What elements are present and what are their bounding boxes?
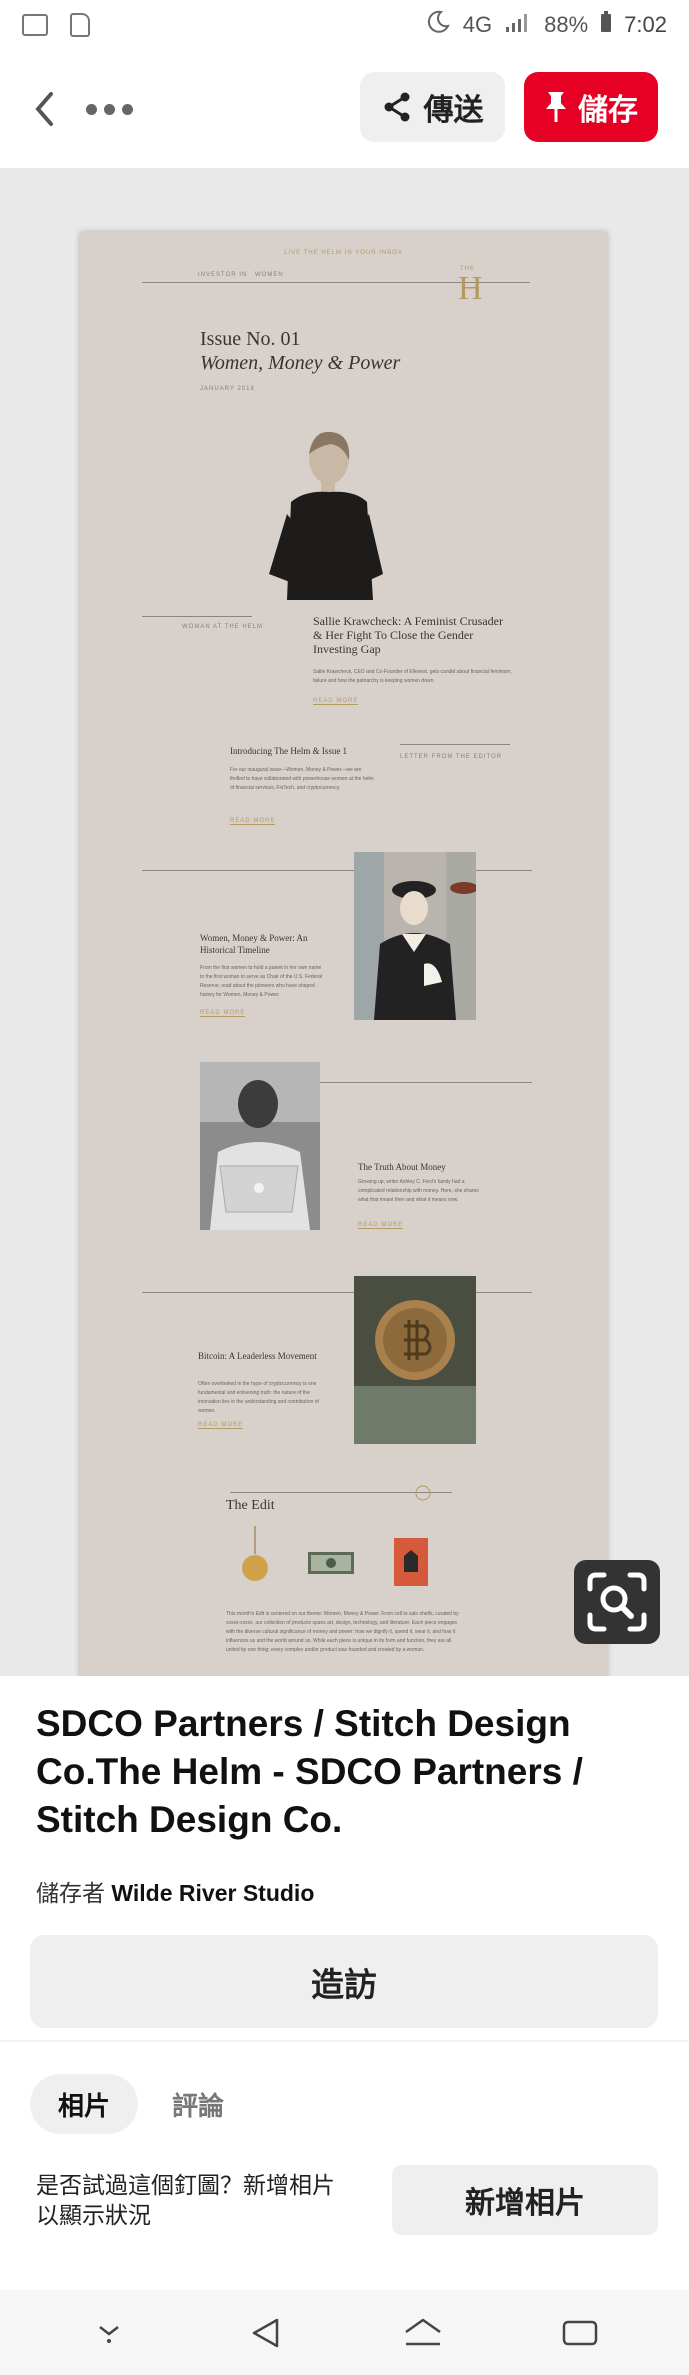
pin-icon bbox=[546, 92, 566, 122]
edit-body: This month's Edit is centered on our the… bbox=[226, 1611, 459, 1653]
issue-title: Issue No. 01 bbox=[200, 328, 301, 350]
feature-label: WOMAN AT THE HELM bbox=[182, 624, 264, 630]
nav-recents-icon bbox=[563, 2320, 598, 2345]
edit-circle-mark bbox=[415, 1485, 431, 1501]
alarm-icon bbox=[425, 9, 451, 41]
battery-icon bbox=[600, 11, 612, 39]
save-label: 儲存 bbox=[578, 94, 638, 127]
nav-home-icon bbox=[405, 2318, 441, 2345]
timeline-illustration bbox=[354, 852, 476, 1020]
feature-body: Sallie Krawcheck, CEO and Co-Founder of … bbox=[313, 669, 512, 684]
preview-nav-left: INVESTOR IN bbox=[198, 272, 248, 278]
bitcoin-read-more[interactable]: READ MORE bbox=[198, 1422, 244, 1429]
visit-button[interactable]: 造訪 bbox=[30, 1935, 658, 2028]
banknote-image bbox=[308, 1552, 354, 1574]
section-divider bbox=[0, 2040, 689, 2042]
visual-search-button[interactable] bbox=[574, 1560, 660, 1644]
more-icon bbox=[86, 103, 97, 115]
money-read-more[interactable]: READ MORE bbox=[358, 1222, 404, 1229]
nav-down-icon bbox=[98, 2325, 119, 2343]
save-button[interactable]: 儲存 bbox=[524, 72, 658, 142]
saved-by-prefix: 儲存者 bbox=[36, 1880, 105, 1906]
visual-search-icon bbox=[587, 1572, 647, 1632]
add-photo-button[interactable]: 新增相片 bbox=[392, 2165, 658, 2235]
coin-pendant-image bbox=[242, 1526, 268, 1581]
feature-read-more[interactable]: READ MORE bbox=[313, 698, 359, 705]
portrait-image bbox=[269, 431, 383, 600]
pin-image-area[interactable]: LIVE THE HELM IN YOUR INBOX INVESTOR IN … bbox=[0, 168, 689, 1676]
nav-home-button[interactable] bbox=[393, 2303, 453, 2363]
battery-level: 88% bbox=[544, 12, 589, 37]
nav-down-button[interactable] bbox=[79, 2303, 139, 2363]
tab-photos[interactable]: 相片 bbox=[30, 2074, 138, 2134]
money-body: Growing up, writer Ashley C. Ford's fami… bbox=[358, 1179, 479, 1203]
saved-by: 儲存者 Wilde River Studio bbox=[36, 1874, 314, 1908]
bitcoin-body: Often overlooked in the hype of cryptocu… bbox=[198, 1381, 319, 1414]
feature-title: Sallie Krawcheck: A Feminist Crusader & … bbox=[313, 614, 503, 656]
sd-card-icon bbox=[70, 13, 90, 37]
status-bar: 4G 88% 7:02 bbox=[0, 0, 689, 50]
preview-tagline: LIVE THE HELM IN YOUR INBOX bbox=[284, 250, 403, 256]
more-button[interactable] bbox=[86, 79, 133, 139]
top-bar: 傳送 儲存 bbox=[0, 50, 689, 168]
laptop-photo bbox=[200, 1062, 320, 1230]
logo-letter: H bbox=[458, 270, 483, 307]
intro-title: Introducing The Helm & Issue 1 bbox=[230, 746, 348, 756]
share-icon bbox=[384, 92, 409, 122]
timeline-read-more[interactable]: READ MORE bbox=[200, 1010, 246, 1017]
send-label: 傳送 bbox=[423, 94, 484, 127]
money-title: The Truth About Money bbox=[358, 1162, 446, 1172]
back-button[interactable] bbox=[24, 79, 64, 139]
system-nav-bar bbox=[0, 2290, 689, 2375]
send-button[interactable]: 傳送 bbox=[360, 72, 505, 142]
book-image bbox=[394, 1538, 428, 1586]
tab-comments[interactable]: 評論 bbox=[172, 2074, 224, 2134]
pin-image[interactable]: LIVE THE HELM IN YOUR INBOX INVESTOR IN … bbox=[80, 232, 607, 1676]
nav-back-icon bbox=[252, 2318, 279, 2347]
saved-by-name[interactable]: Wilde River Studio bbox=[111, 1880, 314, 1906]
network-type: 4G bbox=[462, 12, 493, 37]
nav-back-button[interactable] bbox=[236, 2303, 296, 2363]
back-icon bbox=[35, 92, 53, 126]
timeline-title: Women, Money & Power: An Historical Time… bbox=[200, 933, 308, 955]
try-pin-prompt: 是否試過這個釘圖？新增相片以顯示狀況 bbox=[36, 2172, 335, 2228]
bitcoin-title: Bitcoin: A Leaderless Movement bbox=[198, 1351, 317, 1361]
nav-recents-button[interactable] bbox=[550, 2303, 610, 2363]
issue-date: JANUARY 2018 bbox=[200, 386, 255, 392]
timeline-body: From the first women to hold a patent in… bbox=[200, 965, 322, 998]
intro-read-more[interactable]: READ MORE bbox=[230, 818, 276, 825]
issue-subtitle: Women, Money & Power bbox=[200, 352, 401, 374]
edit-title: The Edit bbox=[226, 1498, 275, 1513]
bitcoin-photo bbox=[354, 1276, 476, 1444]
clock: 7:02 bbox=[624, 12, 667, 37]
intro-label: LETTER FROM THE EDITOR bbox=[400, 754, 503, 760]
signal-icon bbox=[504, 11, 532, 39]
gallery-icon bbox=[22, 14, 48, 36]
preview-nav-right: WOMEN bbox=[255, 272, 284, 278]
pin-title: SDCO Partners / Stitch Design Co.The Hel… bbox=[36, 1703, 583, 1840]
intro-body: For our inaugural issue—Women, Money & P… bbox=[230, 767, 374, 791]
